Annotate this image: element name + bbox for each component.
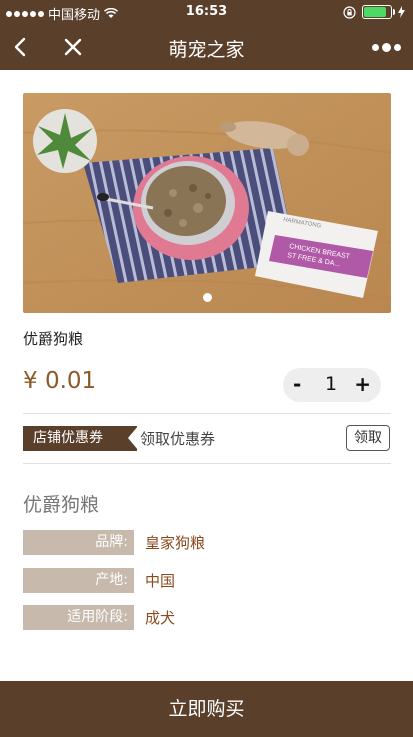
- status-right: [343, 5, 405, 19]
- attribute-value: 中国: [145, 572, 176, 590]
- attribute-label: 品牌:: [23, 530, 134, 555]
- quantity-stepper: - 1 +: [283, 368, 381, 402]
- coupon-text: 领取优惠券: [140, 430, 216, 448]
- coupon-tag: 店铺优惠券: [23, 426, 138, 451]
- nav-bar: 萌宠之家: [0, 24, 413, 70]
- attribute-value: 成犬: [145, 609, 176, 627]
- charging-icon: [398, 6, 405, 18]
- attribute-label: 产地:: [23, 568, 134, 593]
- product-photo: HARMATONG CHICKEN BREAST ST FREE & DA...: [23, 93, 391, 313]
- status-bar: 中国移动 16:53: [0, 0, 413, 24]
- divider: [23, 413, 391, 414]
- more-icon[interactable]: [372, 43, 401, 52]
- attribute-row: 适用阶段: 成犬: [23, 605, 391, 630]
- divider: [23, 463, 391, 464]
- claim-coupon-button[interactable]: 领取: [346, 425, 390, 451]
- product-price: ¥ 0.01: [23, 368, 97, 394]
- carousel-indicator[interactable]: [203, 293, 212, 302]
- increase-button[interactable]: +: [354, 372, 371, 396]
- attribute-label: 适用阶段:: [23, 605, 134, 630]
- decrease-button[interactable]: -: [293, 372, 301, 396]
- battery-icon: [362, 5, 395, 19]
- lock-rotation-icon: [343, 5, 356, 19]
- quantity-value[interactable]: 1: [325, 373, 337, 395]
- product-name: 优爵狗粮: [23, 330, 84, 348]
- attribute-row: 产地: 中国: [23, 568, 391, 593]
- battery-fill: [364, 7, 386, 17]
- attribute-value: 皇家狗粮: [145, 534, 206, 552]
- buy-now-button[interactable]: 立即购买: [0, 681, 413, 737]
- page-title: 萌宠之家: [168, 39, 245, 61]
- attribute-row: 品牌: 皇家狗粮: [23, 530, 391, 555]
- product-image[interactable]: HARMATONG CHICKEN BREAST ST FREE & DA...: [23, 93, 391, 313]
- detail-title: 优爵狗粮: [23, 494, 100, 516]
